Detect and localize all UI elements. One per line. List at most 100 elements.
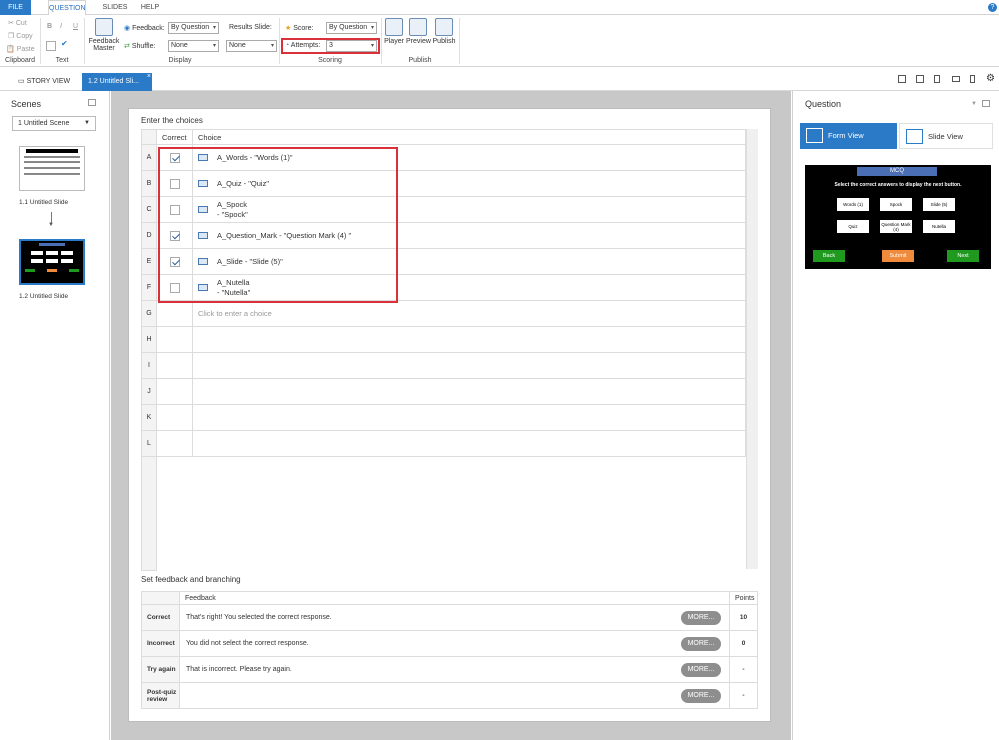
points-cell[interactable]: 0 bbox=[729, 630, 758, 657]
choice-row-empty[interactable]: K bbox=[141, 404, 746, 431]
preview-button[interactable]: Preview bbox=[406, 18, 431, 45]
choice-cell[interactable] bbox=[192, 352, 746, 379]
choice-column-header: Choice bbox=[192, 129, 746, 145]
feedback-cell[interactable]: You did not select the correct response.… bbox=[179, 630, 730, 657]
publish-button[interactable]: Publish bbox=[432, 18, 456, 45]
feedback-cell[interactable]: That is incorrect. Please try again. MORE… bbox=[179, 656, 730, 683]
points-column-header: Points bbox=[729, 591, 758, 605]
choice-row-empty[interactable]: H bbox=[141, 326, 746, 353]
more-button[interactable]: MORE... bbox=[681, 689, 721, 703]
preview-option: Question Mark (4) bbox=[880, 220, 912, 233]
choice-letter: F bbox=[141, 274, 157, 301]
format-painter-icon[interactable] bbox=[46, 41, 56, 51]
scenes-title: Scenes bbox=[11, 99, 42, 109]
tab-slides[interactable]: SLIDES bbox=[98, 0, 132, 15]
preview-title: MCQ bbox=[857, 167, 937, 176]
close-icon[interactable]: × bbox=[147, 68, 151, 86]
phone-portrait-icon[interactable] bbox=[970, 75, 975, 83]
choice-letter: A bbox=[141, 144, 157, 171]
chevron-down-icon: ▼ bbox=[84, 120, 90, 126]
feedback-table: Feedback Points Correct That's right! You… bbox=[141, 591, 758, 709]
ribbon-tabs: FILE QUESTION SLIDES HELP ? bbox=[0, 0, 999, 16]
choices-highlight bbox=[158, 147, 398, 303]
star-icon: ★ bbox=[285, 25, 292, 32]
choice-cell[interactable] bbox=[192, 404, 746, 431]
copy-button[interactable]: ❐ Copy bbox=[8, 32, 33, 41]
italic-button[interactable]: I bbox=[60, 23, 62, 30]
choices-scrollbar[interactable] bbox=[746, 129, 758, 569]
feedback-text: That is incorrect. Please try again. bbox=[186, 666, 292, 673]
feedback-column-header: Feedback bbox=[179, 591, 730, 605]
publish-group-label: Publish bbox=[408, 57, 432, 64]
slide-view-button[interactable]: Slide View bbox=[899, 123, 993, 149]
shuffle-label: ⇄ Shuffle: bbox=[124, 43, 156, 50]
choice-cell[interactable] bbox=[192, 378, 746, 405]
points-cell[interactable]: - bbox=[729, 656, 758, 683]
more-button[interactable]: MORE... bbox=[681, 611, 721, 625]
tab-file[interactable]: FILE bbox=[0, 0, 31, 15]
tab-slide[interactable]: 1.2 Untitled Sli... × bbox=[82, 73, 152, 91]
cut-button[interactable]: ✂ Cut bbox=[8, 19, 27, 28]
spellcheck-icon[interactable]: ✔ bbox=[61, 39, 68, 48]
choice-letter: C bbox=[141, 196, 157, 223]
player-button[interactable]: Player bbox=[384, 18, 404, 45]
score-dropdown[interactable]: By Question ▾ bbox=[326, 22, 377, 34]
choice-row-empty[interactable]: I bbox=[141, 352, 746, 379]
choice-cell[interactable]: Click to enter a choice bbox=[192, 300, 746, 327]
chevron-down-icon[interactable]: ▼ bbox=[971, 101, 977, 107]
paste-button[interactable]: 📋 Paste bbox=[6, 45, 35, 54]
points-cell[interactable]: 10 bbox=[729, 604, 758, 631]
feedback-dropdown[interactable]: By Question ▾ bbox=[168, 22, 219, 34]
scoring-group-label: Scoring bbox=[318, 57, 342, 64]
feedback-type: Post-quiz review bbox=[141, 682, 180, 709]
choices-title: Enter the choices bbox=[141, 116, 203, 125]
choice-row-empty[interactable]: G Click to enter a choice bbox=[141, 300, 746, 327]
story-view-icon: ▭ bbox=[18, 78, 25, 85]
feedback-row: Try again That is incorrect. Please try a… bbox=[141, 656, 758, 683]
desktop-view-icon[interactable] bbox=[898, 75, 906, 83]
panel-restore-icon[interactable] bbox=[982, 100, 990, 107]
tablet-landscape-icon[interactable] bbox=[916, 75, 924, 83]
feedback-label: ◉ Feedback: bbox=[124, 25, 165, 32]
tablet-portrait-icon[interactable] bbox=[934, 75, 940, 83]
help-icon[interactable]: ? bbox=[988, 3, 997, 12]
choice-cell[interactable] bbox=[192, 430, 746, 457]
player-icon bbox=[385, 18, 403, 36]
more-button[interactable]: MORE... bbox=[681, 637, 721, 651]
underline-button[interactable]: U bbox=[73, 23, 78, 30]
feedback-cell[interactable]: MORE... bbox=[179, 682, 730, 709]
slide-thumbnail-selected[interactable] bbox=[19, 239, 85, 285]
panel-restore-icon[interactable] bbox=[88, 99, 96, 106]
preview-submit-button: Submit bbox=[882, 250, 914, 262]
slide-label: 1.2 Untitled Slide bbox=[19, 293, 69, 300]
preview-option: Words (1) bbox=[837, 198, 869, 211]
tab-question[interactable]: QUESTION bbox=[48, 0, 86, 16]
scene-selector[interactable]: 1 Untitled Scene ▼ bbox=[12, 116, 96, 131]
feedback-master-button[interactable]: Feedback Master bbox=[88, 18, 120, 52]
slide-thumbnail[interactable] bbox=[19, 146, 85, 191]
phone-landscape-icon[interactable] bbox=[952, 76, 960, 82]
feedback-type: Incorrect bbox=[141, 630, 180, 657]
points-cell[interactable]: - bbox=[729, 682, 758, 709]
choice-row-empty[interactable]: L bbox=[141, 430, 746, 457]
choice-cell[interactable] bbox=[192, 326, 746, 353]
form-view-button[interactable]: Form View bbox=[800, 123, 897, 149]
gear-icon[interactable]: ⚙ bbox=[986, 73, 995, 84]
tab-story-view[interactable]: ▭ STORY VIEW bbox=[12, 73, 76, 91]
preview-option: Nutella bbox=[923, 220, 955, 233]
preview-option: Spock bbox=[880, 198, 912, 211]
more-button[interactable]: MORE... bbox=[681, 663, 721, 677]
results-slide-label: Results Slide: bbox=[229, 24, 272, 31]
attempts-highlight bbox=[281, 38, 380, 54]
feedback-cell[interactable]: That's right! You selected the correct r… bbox=[179, 604, 730, 631]
clipboard-group-label: Clipboard bbox=[5, 57, 35, 64]
tab-help[interactable]: HELP bbox=[136, 0, 164, 15]
correct-column-header: Correct bbox=[156, 129, 193, 145]
choice-letter: G bbox=[141, 300, 157, 327]
results-slide-dropdown[interactable]: None ▾ bbox=[226, 40, 277, 52]
shuffle-dropdown[interactable]: None ▾ bbox=[168, 40, 219, 52]
choice-row-empty[interactable]: J bbox=[141, 378, 746, 405]
bold-button[interactable]: B bbox=[47, 23, 52, 30]
feedback-row: Post-quiz review MORE... - bbox=[141, 682, 758, 709]
publish-icon bbox=[435, 18, 453, 36]
